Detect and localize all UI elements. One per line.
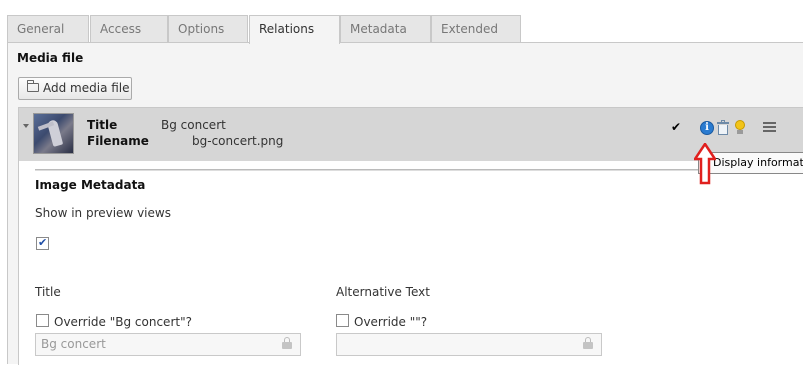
- lightbulb-icon[interactable]: [733, 120, 747, 136]
- folder-icon: [27, 80, 39, 92]
- image-thumbnail[interactable]: [33, 113, 74, 154]
- override-title-label: Override "Bg concert"?: [54, 315, 192, 329]
- alt-text-label: Alternative Text: [336, 285, 430, 299]
- image-metadata-heading: Image Metadata: [35, 178, 146, 192]
- tab-label: Options: [178, 22, 225, 36]
- lock-icon: [282, 337, 292, 350]
- divider: [35, 169, 803, 171]
- add-media-file-label: Add media file: [43, 81, 130, 95]
- override-alt-checkbox[interactable]: [336, 314, 349, 327]
- show-in-preview-checkbox[interactable]: [36, 236, 49, 250]
- relations-panel: Media file Add media file Title Bg conce…: [7, 42, 803, 365]
- tab-label: General: [17, 22, 65, 36]
- add-media-file-button[interactable]: Add media file: [18, 77, 132, 100]
- tooltip-text: Display information: [713, 156, 803, 169]
- title-input[interactable]: Bg concert: [35, 333, 301, 356]
- collapse-caret-icon[interactable]: [23, 124, 29, 128]
- tab-label: Relations: [259, 22, 315, 36]
- filename-value: bg-concert.png: [192, 134, 284, 148]
- tab-metadata[interactable]: Metadata: [340, 15, 431, 43]
- tab-label: Metadata: [350, 22, 407, 36]
- title-value: Bg concert: [161, 118, 226, 132]
- title-field-label: Title: [35, 285, 61, 299]
- tab-extended[interactable]: Extended: [431, 15, 521, 43]
- record-header[interactable]: Title Bg concert Filename bg-concert.png…: [19, 108, 803, 161]
- tab-relations[interactable]: Relations: [249, 15, 340, 44]
- highlight-arrow-icon: [694, 143, 716, 185]
- media-file-record: Title Bg concert Filename bg-concert.png…: [18, 107, 803, 365]
- lock-icon: [583, 337, 593, 350]
- media-file-heading: Media file: [17, 51, 84, 65]
- title-label: Title: [87, 118, 118, 132]
- tab-bar: General Access Options Relations Metadat…: [7, 15, 803, 44]
- status-check-icon: ✔: [671, 120, 682, 134]
- drag-handle-icon[interactable]: [763, 122, 776, 132]
- trash-icon[interactable]: [717, 120, 729, 135]
- tab-label: Extended: [441, 22, 498, 36]
- show-in-preview-label: Show in preview views: [35, 206, 171, 220]
- title-input-value: Bg concert: [41, 337, 106, 351]
- info-icon[interactable]: i: [700, 121, 714, 135]
- tab-options[interactable]: Options: [168, 15, 248, 43]
- override-alt-label: Override ""?: [354, 315, 428, 329]
- alt-text-input[interactable]: [336, 333, 602, 356]
- tab-label: Access: [100, 22, 142, 36]
- filename-label: Filename: [87, 134, 149, 148]
- tab-access[interactable]: Access: [90, 15, 168, 43]
- tab-general[interactable]: General: [7, 15, 89, 43]
- override-title-checkbox[interactable]: [36, 314, 49, 327]
